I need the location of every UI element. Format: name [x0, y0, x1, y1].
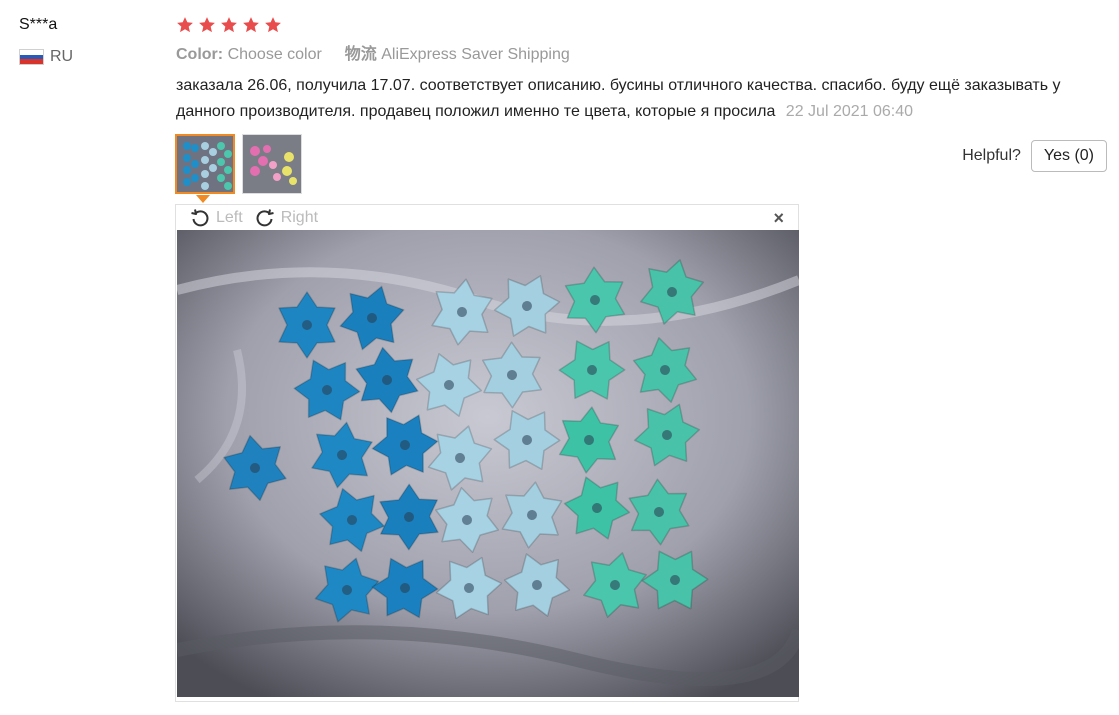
review-date: 22 Jul 2021 06:40	[785, 103, 914, 120]
rotate-left-button[interactable]: Left	[190, 208, 243, 228]
helpful-section: Helpful? Yes (0)	[962, 140, 1107, 172]
shipping-value: AliExpress Saver Shipping	[381, 46, 570, 63]
russia-flag-icon	[19, 49, 44, 65]
star-icon	[243, 17, 259, 33]
review-content: заказала 26.06, получила 17.07. соответс…	[176, 77, 1061, 120]
review-photo	[177, 230, 799, 697]
rotate-right-icon	[256, 208, 274, 226]
star-icon	[221, 17, 237, 33]
reviewer-country: RU	[19, 48, 73, 66]
helpful-label: Helpful?	[962, 147, 1021, 164]
rotate-left-icon	[191, 208, 209, 226]
country-code: RU	[50, 48, 74, 65]
shipping-label: 物流	[344, 46, 377, 63]
star-icon	[199, 17, 215, 33]
viewer-toolbar: Left Right ×	[176, 205, 798, 230]
star-icon	[265, 17, 281, 33]
image-viewer: Left Right ×	[175, 204, 799, 702]
review-thumbnails	[175, 134, 302, 194]
color-value: Choose color	[227, 46, 322, 63]
helpful-yes-button[interactable]: Yes (0)	[1030, 140, 1107, 172]
rotate-right-label: Right	[280, 208, 319, 226]
color-label: Color:	[176, 46, 224, 63]
rotate-right-button[interactable]: Right	[255, 208, 318, 228]
star-icon	[177, 17, 193, 33]
review-body: Color: Choose color 物流 AliExpress Saver …	[176, 14, 1106, 125]
rotate-left-label: Left	[216, 208, 243, 226]
beads-thumbnail-image	[243, 135, 301, 193]
reviewer-info: S***a RU	[19, 14, 73, 66]
review-meta: Color: Choose color 物流 AliExpress Saver …	[176, 44, 1106, 66]
review-text: заказала 26.06, получила 17.07. соответс…	[176, 73, 1076, 125]
review-thumbnail-2[interactable]	[242, 134, 302, 194]
active-thumbnail-indicator	[196, 195, 210, 203]
silicone-beads-photo	[177, 230, 799, 697]
reviewer-name: S***a	[19, 16, 58, 33]
star-rating	[176, 14, 1106, 36]
review-thumbnail-1[interactable]	[175, 134, 235, 194]
beads-thumbnail-image	[177, 136, 233, 192]
close-viewer-button[interactable]: ×	[773, 208, 784, 228]
